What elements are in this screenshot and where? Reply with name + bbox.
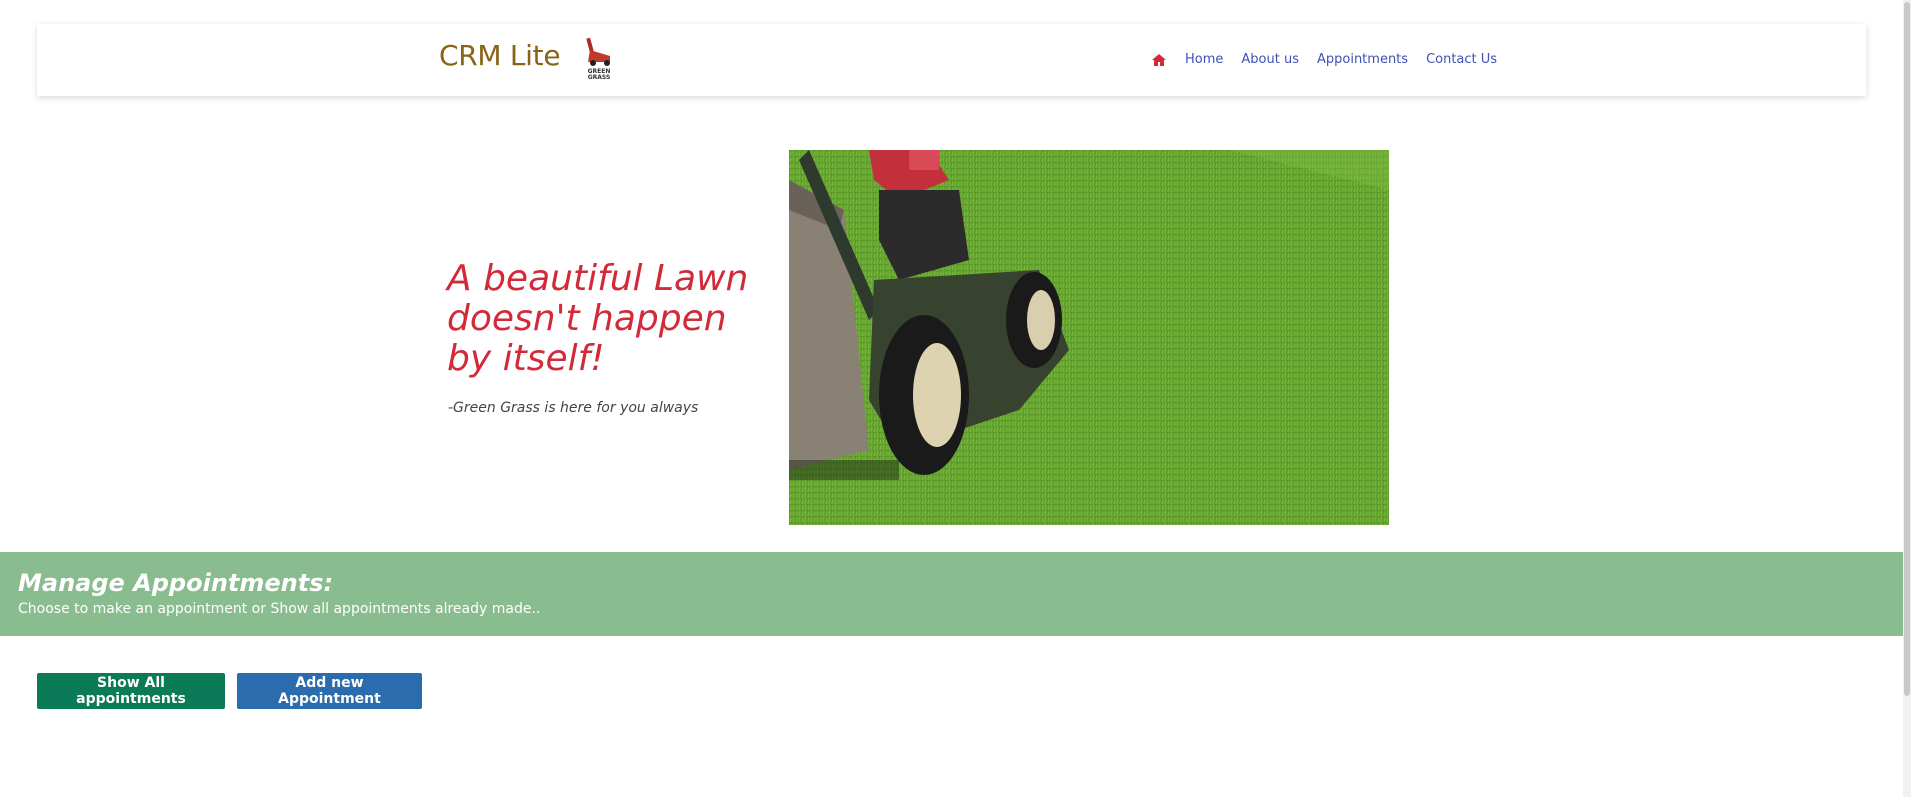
hero-title: A beautiful Lawn doesn't happen by itsel…: [447, 258, 749, 379]
nav-appointments-link[interactable]: Appointments: [1317, 52, 1408, 67]
green-grass-logo[interactable]: GREEN GRASS: [582, 36, 616, 82]
scrollbar-thumb[interactable]: [1904, 2, 1910, 696]
home-icon[interactable]: [1151, 53, 1167, 67]
manage-title: Manage Appointments:: [18, 569, 334, 597]
brand-title[interactable]: CRM Lite: [439, 39, 561, 72]
page: CRM Lite GREEN GRASS Home About us Appoi…: [0, 0, 1911, 797]
show-all-appointments-button[interactable]: Show All appointments: [37, 673, 225, 709]
nav-home-link[interactable]: Home: [1185, 52, 1223, 67]
vertical-scrollbar[interactable]: [1903, 0, 1911, 797]
hero-subtitle: -Green Grass is here for you always: [448, 400, 699, 416]
top-navbar: CRM Lite GREEN GRASS Home About us Appoi…: [37, 24, 1866, 96]
lawnmower-image: [789, 150, 1389, 525]
nav-about-link[interactable]: About us: [1241, 52, 1299, 67]
manage-appointments-band: Manage Appointments: Choose to make an a…: [0, 552, 1903, 636]
manage-subtitle: Choose to make an appointment or Show al…: [18, 601, 541, 617]
main-nav: Home About us Appointments Contact Us: [1151, 52, 1497, 67]
nav-contact-link[interactable]: Contact Us: [1426, 52, 1497, 67]
add-new-appointment-button[interactable]: Add new Appointment: [237, 673, 422, 709]
logo-text-grass: GRASS: [588, 74, 611, 81]
